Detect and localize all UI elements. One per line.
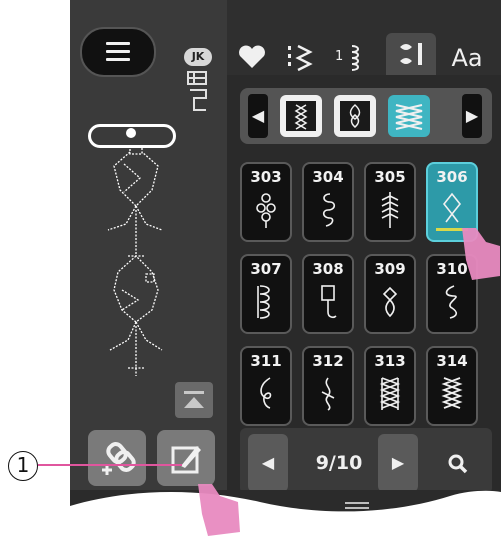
tab-utility-stitches[interactable] — [284, 40, 318, 76]
chevron-right-icon: ▶ — [391, 453, 405, 472]
stitch-number: 313 — [374, 352, 406, 370]
svg-text:1: 1 — [335, 49, 343, 64]
stitch-number: 309 — [374, 260, 406, 278]
category-prev-button[interactable]: ◀ — [248, 94, 268, 138]
chevron-left-icon: ◀ — [261, 453, 275, 472]
search-button[interactable] — [436, 434, 480, 492]
stitch-305-icon — [381, 192, 399, 228]
stitch-zigzag-icon — [288, 44, 313, 72]
preview-marker — [126, 128, 136, 138]
link-chain-icon — [102, 442, 136, 475]
fish-stitch-preview — [107, 145, 163, 376]
stitch-number: 312 — [312, 352, 344, 370]
callout-line — [38, 464, 182, 466]
stitch-307-icon — [257, 285, 270, 319]
stitch-311-icon — [260, 377, 272, 409]
stitch-button-308[interactable]: 308 — [302, 254, 354, 334]
stitch-number: 314 — [436, 352, 468, 370]
category-cross-stitch[interactable] — [280, 95, 322, 137]
heart-icon — [239, 45, 265, 68]
tab-favorites[interactable] — [236, 40, 268, 76]
stitch-button-305[interactable]: 305 — [364, 162, 416, 242]
stitch-number: 304 — [312, 168, 344, 186]
stitch-number: 306 — [436, 168, 468, 186]
stitch-number: 307 — [250, 260, 282, 278]
stitch-button-311[interactable]: 311 — [240, 346, 292, 426]
stitch-308-icon — [321, 285, 337, 318]
edit-button[interactable] — [157, 430, 215, 486]
stitch-309-icon — [382, 286, 398, 318]
edit-pencil-icon — [171, 446, 201, 474]
stitch-314-icon — [441, 377, 463, 409]
stitch-310-icon — [445, 285, 458, 319]
tab-stitch-library[interactable]: 1 — [332, 40, 372, 76]
machine-screen: JK 1 Aa ◀ ▶ 303 304 305 306 307 308 309 … — [70, 0, 501, 525]
tab-text[interactable]: Aa — [444, 40, 490, 76]
decorative-stitch-icon — [400, 43, 422, 65]
search-icon — [448, 454, 468, 474]
stitch-312-icon — [321, 377, 335, 411]
scroll-top-button[interactable] — [175, 382, 213, 418]
stitch-304-icon — [322, 193, 336, 227]
cross-stitch-icon — [286, 101, 316, 131]
move-to-top-icon — [184, 391, 204, 408]
stitch-preview-column: JK — [70, 0, 227, 525]
stitch-number: 311 — [250, 352, 282, 370]
torn-edge-overlay — [70, 490, 501, 539]
text-icon: Aa — [451, 44, 483, 72]
stitch-303-icon — [256, 193, 276, 228]
stitch-313-icon — [379, 377, 401, 410]
stitch-grid: 303 304 305 306 307 308 309 310 311 312 … — [240, 162, 492, 426]
profile-badge[interactable]: JK — [184, 48, 212, 66]
menu-button[interactable] — [80, 27, 156, 77]
stitch-number: 303 — [250, 168, 282, 186]
category-triangle-stitch[interactable] — [388, 95, 430, 137]
leaf-stitch-icon — [340, 101, 370, 131]
page-indicator: 9/10 — [315, 452, 363, 474]
callout-label: 1 — [16, 453, 30, 477]
link-button[interactable] — [88, 430, 146, 486]
page-navigator: ◀ 9/10 ▶ — [240, 422, 492, 494]
chevron-left-icon: ◀ — [251, 106, 265, 125]
chevron-right-icon: ▶ — [465, 106, 479, 125]
page-next-button[interactable]: ▶ — [378, 434, 418, 492]
callout-marker: 1 — [8, 451, 38, 481]
triangle-stitch-icon — [395, 104, 423, 130]
stitch-button-303[interactable]: 303 — [240, 162, 292, 242]
stitch-button-309[interactable]: 309 — [364, 254, 416, 334]
page-prev-button[interactable]: ◀ — [248, 434, 288, 492]
category-bar: ◀ ▶ — [240, 88, 492, 144]
stitch-button-313[interactable]: 313 — [364, 346, 416, 426]
stitch-button-304[interactable]: 304 — [302, 162, 354, 242]
category-next-button[interactable]: ▶ — [462, 94, 482, 138]
stitch-number: 305 — [374, 168, 406, 186]
stitch-button-312[interactable]: 312 — [302, 346, 354, 426]
stitch-numbered-icon: 1 — [335, 45, 359, 71]
stitch-design-icon — [187, 71, 207, 111]
tab-decorative-stitches[interactable] — [386, 33, 436, 75]
stitch-number: 308 — [312, 260, 344, 278]
finger-pointer-edit-icon — [198, 484, 240, 536]
category-leaf-stitch[interactable] — [334, 95, 376, 137]
finger-pointer-select-icon — [462, 228, 500, 280]
stitch-button-307[interactable]: 307 — [240, 254, 292, 334]
stitch-button-314[interactable]: 314 — [426, 346, 478, 426]
